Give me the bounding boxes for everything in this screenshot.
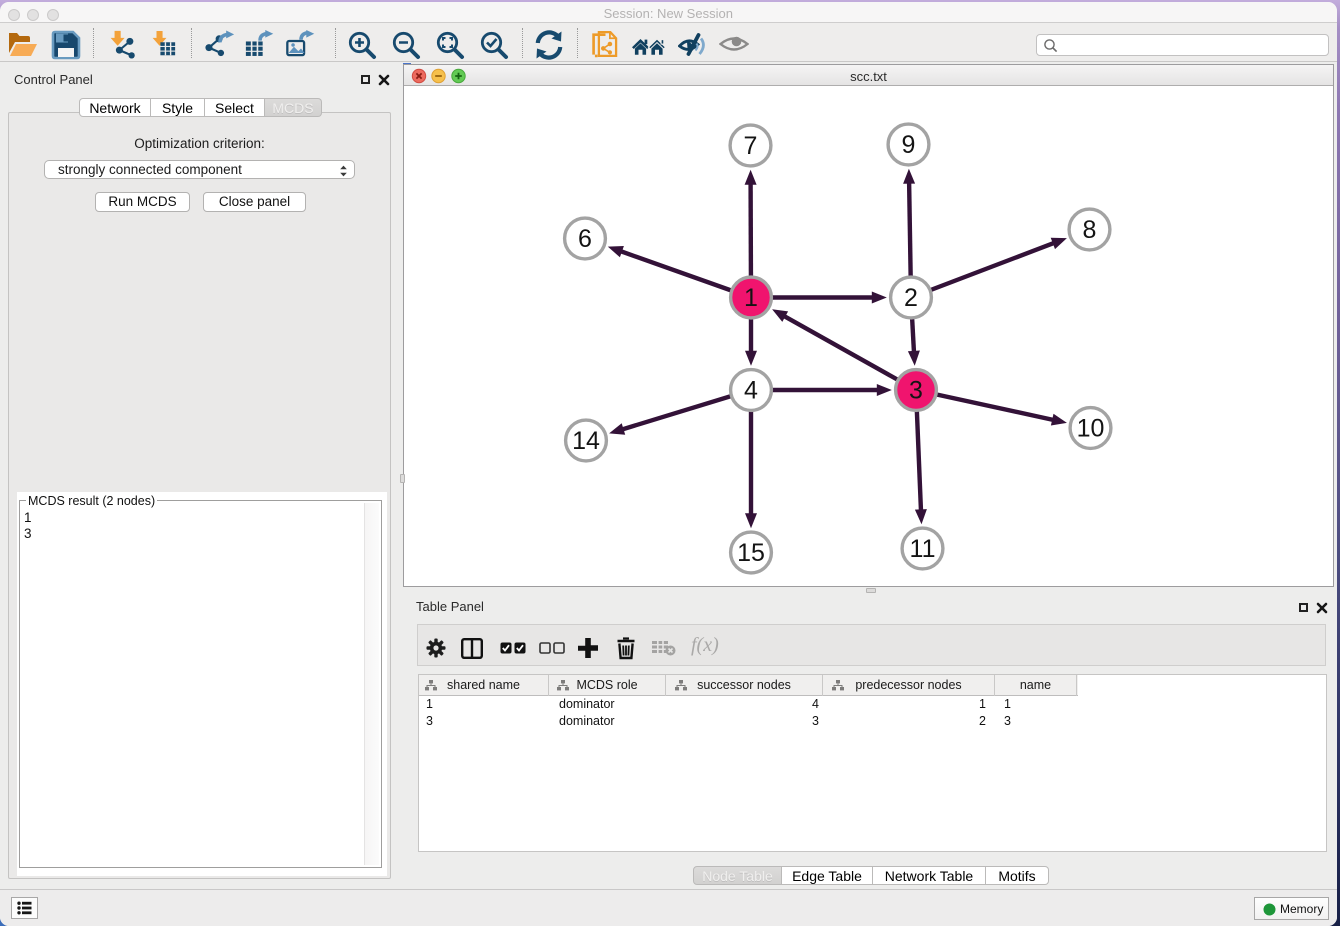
svg-text:15: 15: [737, 539, 765, 567]
svg-text:7: 7: [744, 132, 758, 160]
svg-text:4: 4: [744, 377, 758, 405]
svg-text:1: 1: [744, 284, 758, 312]
svg-text:2: 2: [904, 284, 918, 312]
svg-text:11: 11: [910, 535, 936, 563]
svg-text:9: 9: [902, 131, 916, 159]
svg-text:8: 8: [1083, 216, 1097, 244]
svg-text:3: 3: [909, 377, 923, 405]
svg-text:10: 10: [1077, 415, 1105, 443]
svg-text:14: 14: [572, 427, 600, 455]
svg-text:6: 6: [578, 225, 592, 253]
